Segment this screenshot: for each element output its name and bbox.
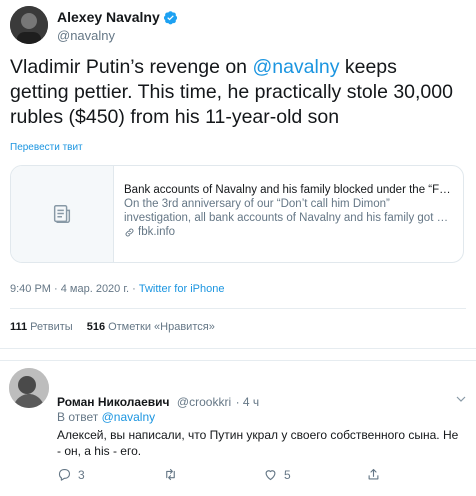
in-reply-to: В ответ @navalny bbox=[57, 410, 155, 424]
share-action-button[interactable] bbox=[366, 467, 381, 482]
mention-link[interactable]: @navalny bbox=[252, 56, 339, 78]
card-thumbnail bbox=[11, 166, 114, 262]
likes-label: Отметки «Нравится» bbox=[108, 321, 215, 333]
card-title: Bank accounts of Navalny and his family … bbox=[124, 184, 451, 196]
retweet-action-button[interactable] bbox=[163, 467, 184, 482]
author-name-text[interactable]: Alexey Navalny bbox=[57, 9, 160, 25]
share-icon bbox=[368, 468, 379, 480]
author-avatar-image bbox=[10, 6, 48, 44]
reply-replies-count: 3 bbox=[78, 467, 85, 482]
author-block: Alexey Navalny @navalny bbox=[57, 9, 178, 43]
tweet-text: Vladimir Putin’s revenge on @navalny kee… bbox=[10, 55, 460, 130]
card-body: Bank accounts of Navalny and his family … bbox=[114, 166, 462, 262]
likes-count: 516 bbox=[86, 321, 106, 333]
likes-stat[interactable]: 516 Отметки «Нравится» bbox=[87, 321, 215, 333]
heart-icon bbox=[265, 470, 276, 481]
link-preview-card[interactable]: Bank accounts of Navalny and his family … bbox=[10, 165, 464, 263]
link-icon bbox=[125, 228, 134, 236]
reply-author-handle[interactable]: @crookkri bbox=[177, 395, 231, 409]
divider bbox=[10, 308, 466, 309]
divider bbox=[0, 360, 476, 361]
retweets-count: 111 bbox=[10, 321, 28, 333]
author-avatar[interactable] bbox=[10, 6, 48, 44]
reply-header: Роман Николаевич @crookkri · 4 ч bbox=[57, 393, 259, 411]
tweet-text-part: Vladimir Putin’s revenge on bbox=[10, 56, 253, 78]
reply-text: Алексей, вы написали, что Путин украл у … bbox=[57, 428, 459, 458]
reply-avatar-image bbox=[9, 368, 49, 408]
reply-time[interactable]: · 4 ч bbox=[236, 395, 260, 409]
comment-icon bbox=[58, 468, 71, 481]
reply-likes-count: 5 bbox=[284, 467, 291, 482]
tweet-stats: 111 Ретвиты 516 Отметки «Нравится» bbox=[10, 321, 215, 333]
translate-tweet-link[interactable]: Перевести твит bbox=[10, 142, 83, 153]
verified-badge-icon bbox=[163, 10, 177, 24]
card-domain: fbk.info bbox=[124, 225, 452, 239]
tweet-source[interactable]: Twitter for iPhone bbox=[139, 283, 225, 295]
in-reply-to-handle[interactable]: @navalny bbox=[102, 410, 156, 424]
reply-avatar[interactable] bbox=[9, 368, 49, 408]
author-name[interactable]: Alexey Navalny bbox=[57, 9, 178, 25]
retweets-label: Ретвиты bbox=[30, 321, 73, 333]
card-description: On the 3rd anniversary of our “Don’t cal… bbox=[124, 198, 449, 224]
retweet-icon bbox=[166, 468, 175, 481]
tweet-meta: 9:40 PM · 4 мар. 2020 г. · Twitter for i… bbox=[10, 283, 224, 295]
card-domain-text: fbk.info bbox=[138, 226, 176, 238]
in-reply-to-prefix: В ответ bbox=[57, 410, 102, 424]
author-handle[interactable]: @navalny bbox=[57, 28, 178, 43]
like-action-button[interactable]: 5 bbox=[263, 467, 291, 482]
article-icon bbox=[53, 205, 71, 223]
retweets-stat[interactable]: 111 Ретвиты bbox=[10, 321, 73, 333]
divider bbox=[0, 348, 476, 349]
reply-dropdown[interactable] bbox=[455, 392, 467, 404]
reply-action-button[interactable]: 3 bbox=[57, 467, 85, 482]
tweet-timestamp[interactable]: 9:40 PM · 4 мар. 2020 г. · bbox=[10, 283, 139, 295]
chevron-down-icon bbox=[456, 396, 466, 402]
reply-author-name[interactable]: Роман Николаевич bbox=[57, 395, 169, 409]
